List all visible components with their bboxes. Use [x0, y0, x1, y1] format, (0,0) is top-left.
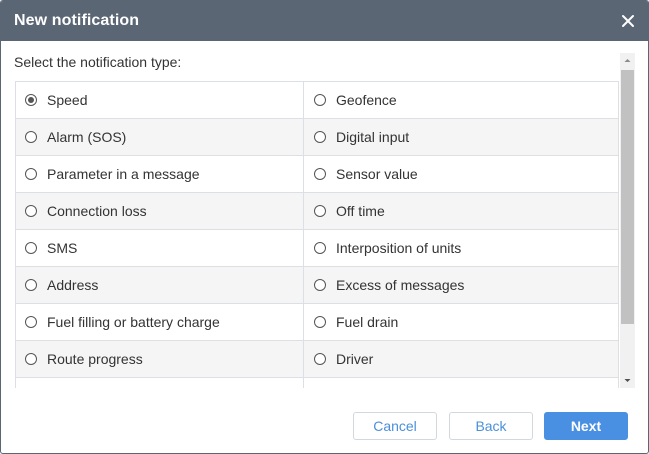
radio-icon[interactable]: [314, 316, 326, 328]
option-label: Address: [47, 277, 99, 293]
notification-type-option[interactable]: Excess of messages: [304, 267, 618, 303]
close-icon[interactable]: [618, 11, 638, 31]
radio-icon[interactable]: [314, 353, 326, 365]
option-row: [16, 378, 618, 388]
radio-icon[interactable]: [25, 353, 37, 365]
notification-type-option[interactable]: Fuel filling or battery charge: [16, 304, 304, 340]
option-row: Fuel filling or battery charge Fuel drain: [16, 304, 618, 341]
notification-type-option[interactable]: Sensor value: [304, 156, 618, 192]
radio-icon[interactable]: [25, 279, 37, 291]
option-label: Connection loss: [47, 203, 147, 219]
notification-type-list: Speed Geofence Alarm (SOS) Digital input Par…: [15, 81, 619, 388]
notification-type-option[interactable]: Address: [16, 267, 304, 303]
notification-type-option[interactable]: Connection loss: [16, 193, 304, 229]
option-label: Fuel filling or battery charge: [47, 314, 220, 330]
option-row: Alarm (SOS) Digital input: [16, 119, 618, 156]
notification-type-option[interactable]: [304, 378, 618, 388]
option-label: Interposition of units: [336, 240, 462, 256]
dialog-header: New notification: [1, 1, 648, 41]
notification-type-option[interactable]: Off time: [304, 193, 618, 229]
option-label: SMS: [47, 240, 78, 256]
notification-type-option[interactable]: Fuel drain: [304, 304, 618, 340]
select-type-prompt: Select the notification type:: [14, 54, 182, 70]
option-label: Off time: [336, 203, 385, 219]
option-label: Route progress: [47, 351, 143, 367]
radio-icon[interactable]: [314, 242, 326, 254]
notification-type-option[interactable]: Digital input: [304, 119, 618, 155]
option-row: Connection loss Off time: [16, 193, 618, 230]
option-row: Route progress Driver: [16, 341, 618, 378]
list-scrollbar[interactable]: [620, 53, 635, 388]
radio-icon[interactable]: [314, 205, 326, 217]
notification-type-option[interactable]: Alarm (SOS): [16, 119, 304, 155]
option-row: Address Excess of messages: [16, 267, 618, 304]
notification-type-option[interactable]: Parameter in a message: [16, 156, 304, 192]
radio-icon[interactable]: [314, 279, 326, 291]
scroll-up-arrow-icon[interactable]: [620, 53, 635, 68]
back-button[interactable]: Back: [449, 412, 533, 440]
option-row: Speed Geofence: [16, 82, 618, 119]
notification-type-option[interactable]: SMS: [16, 230, 304, 266]
notification-type-option[interactable]: [16, 378, 304, 388]
notification-type-option[interactable]: Geofence: [304, 82, 618, 118]
radio-icon[interactable]: [25, 242, 37, 254]
radio-icon[interactable]: [314, 168, 326, 180]
cancel-button[interactable]: Cancel: [353, 412, 437, 440]
notification-type-option[interactable]: Driver: [304, 341, 618, 377]
option-label: Speed: [47, 92, 88, 108]
option-label: Excess of messages: [336, 277, 465, 293]
notification-type-option[interactable]: Route progress: [16, 341, 304, 377]
radio-icon[interactable]: [25, 205, 37, 217]
option-label: Sensor value: [336, 166, 418, 182]
option-row: SMS Interposition of units: [16, 230, 618, 267]
next-button[interactable]: Next: [544, 412, 628, 440]
option-label: Alarm (SOS): [47, 129, 127, 145]
radio-icon[interactable]: [314, 131, 326, 143]
option-label: Geofence: [336, 92, 397, 108]
scroll-down-arrow-icon[interactable]: [620, 373, 635, 388]
notification-type-option[interactable]: Interposition of units: [304, 230, 618, 266]
new-notification-dialog: New notification Select the notification…: [0, 0, 649, 454]
option-label: Digital input: [336, 129, 410, 145]
option-row: Parameter in a message Sensor value: [16, 156, 618, 193]
dialog-title: New notification: [14, 12, 140, 29]
notification-type-option[interactable]: Speed: [16, 82, 304, 118]
radio-icon[interactable]: [25, 131, 37, 143]
option-label: Driver: [336, 351, 374, 367]
radio-icon[interactable]: [25, 168, 37, 180]
option-label: Fuel drain: [336, 314, 399, 330]
option-label: Parameter in a message: [47, 166, 200, 182]
scrollbar-thumb[interactable]: [621, 70, 634, 324]
radio-icon[interactable]: [25, 316, 37, 328]
radio-selected-icon[interactable]: [25, 94, 37, 106]
radio-icon[interactable]: [314, 94, 326, 106]
